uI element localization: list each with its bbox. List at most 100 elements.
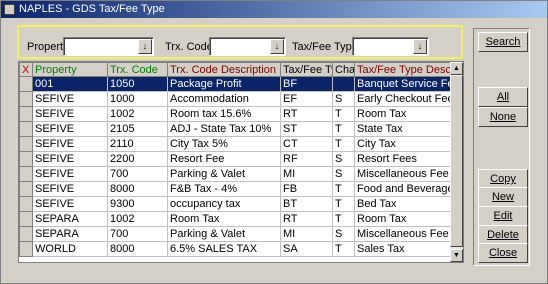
table-cell: 700 — [107, 226, 168, 242]
table-cell: 001 — [32, 76, 108, 92]
table-cell: T — [332, 211, 355, 227]
window-title: NAPLES - GDS Tax/Fee Type — [19, 3, 165, 15]
table-cell: SEFIVE — [32, 91, 108, 107]
table-cell: SEFIVE — [32, 196, 108, 212]
trx-code-input[interactable]: ↓ — [209, 37, 286, 56]
row-marker — [19, 196, 33, 212]
table-cell: SEFIVE — [32, 151, 108, 167]
table-cell: Room tax 15.6% — [167, 106, 281, 122]
row-marker — [19, 181, 33, 197]
table-cell: EF — [280, 91, 333, 107]
table-row[interactable]: SEFIVE 8000 F&B Tax - 4% FB T Food and Bevera… — [19, 181, 462, 197]
table-cell: 2110 — [107, 136, 168, 152]
table-row[interactable]: SEFIVE 9300 occupancy tax BT T Bed Tax — [19, 196, 462, 212]
trx-code-dropdown-button[interactable]: ↓ — [270, 39, 284, 54]
table-cell: Food and Beverage Tax — [354, 181, 462, 197]
table-row[interactable]: SEFIVE 700 Parking & Valet MI S Miscellaneous… — [19, 166, 462, 182]
table-cell: S — [332, 91, 355, 107]
scroll-up-icon[interactable]: ▲ — [450, 62, 463, 75]
table-cell: SEPARA — [32, 211, 108, 227]
row-marker — [19, 121, 33, 137]
table-cell: Sales Tax — [354, 241, 462, 257]
close-button[interactable]: Close — [478, 243, 528, 263]
table-row[interactable]: SEFIVE 2200 Resort Fee RF S Resort Fees — [19, 151, 462, 167]
table-cell: Miscellaneous Fee — [354, 166, 462, 182]
table-row[interactable]: SEFIVE 2110 City Tax 5% CT T City Tax — [19, 136, 462, 152]
column-header[interactable]: Tax/Fee Type — [280, 62, 333, 77]
table-cell: F&B Tax - 4% — [167, 181, 281, 197]
table-cell: Miscellaneous Fee — [354, 226, 462, 242]
search-button[interactable]: Search — [478, 32, 528, 52]
table-cell: 1002 — [107, 106, 168, 122]
scroll-down-icon[interactable]: ▼ — [450, 249, 463, 262]
table-cell: ADJ - State Tax 10% — [167, 121, 281, 137]
filter-panel: Property ↓ Trx. Code ↓ Tax/Fee Type ↓ — [17, 25, 463, 59]
table-cell: SEFIVE — [32, 166, 108, 182]
title-bar: NAPLES - GDS Tax/Fee Type — [1, 1, 547, 18]
table-cell: Room Tax — [167, 211, 281, 227]
table-cell: Banquet Service Fee — [354, 76, 462, 92]
table-cell: S — [332, 151, 355, 167]
tax-fee-type-dropdown-button[interactable]: ↓ — [413, 39, 427, 54]
row-marker — [19, 226, 33, 242]
tax-fee-type-input[interactable]: ↓ — [352, 37, 429, 56]
row-marker — [19, 211, 33, 227]
table-row[interactable]: SEFIVE 1002 Room tax 15.6% RT T Room Tax — [19, 106, 462, 122]
column-header[interactable]: Tax/Fee Type Description — [354, 62, 462, 77]
down-arrow-icon: ↓ — [417, 41, 423, 51]
table-cell: 1000 — [107, 91, 168, 107]
gds-tax-fee-type-window: NAPLES - GDS Tax/Fee Type Property ↓ Trx… — [0, 0, 548, 284]
property-input[interactable]: ↓ — [63, 37, 154, 56]
copy-button[interactable]: Copy — [478, 169, 528, 189]
row-marker — [19, 166, 33, 182]
table-row[interactable]: SEFIVE 2105 ADJ - State Tax 10% ST T State Ta… — [19, 121, 462, 137]
table-row[interactable]: 001 1050 Package Profit BF Banquet Service F… — [19, 76, 462, 92]
table-cell: T — [332, 241, 355, 257]
table-cell: 1050 — [107, 76, 168, 92]
property-dropdown-button[interactable]: ↓ — [138, 39, 152, 54]
all-button[interactable]: All — [478, 87, 528, 107]
table-row[interactable]: WORLD 8000 6.5% SALES TAX SA T Sales Tax — [19, 241, 462, 257]
table-cell: BT — [280, 196, 333, 212]
column-header[interactable]: X — [19, 62, 33, 77]
vertical-scrollbar[interactable]: ▲ ▼ — [450, 62, 463, 262]
table-cell: City Tax 5% — [167, 136, 281, 152]
table-cell: State Tax — [354, 121, 462, 137]
none-button[interactable]: None — [478, 107, 528, 127]
column-header[interactable]: Trx. Code Description — [167, 62, 281, 77]
delete-button[interactable]: Delete — [478, 225, 528, 245]
row-marker — [19, 91, 33, 107]
table-cell: 9300 — [107, 196, 168, 212]
scroll-thumb[interactable] — [450, 75, 463, 247]
edit-button[interactable]: Edit — [478, 206, 528, 226]
table-cell: S — [332, 226, 355, 242]
table-cell: Accommodation — [167, 91, 281, 107]
table-cell: MI — [280, 166, 333, 182]
new-button[interactable]: New — [478, 187, 528, 207]
table-cell: Room Tax — [354, 211, 462, 227]
column-header[interactable]: Property — [32, 62, 108, 77]
table-cell: RF — [280, 151, 333, 167]
table-cell: SEFIVE — [32, 121, 108, 137]
table-row[interactable]: SEPARA 700 Parking & Valet MI S Miscellaneous… — [19, 226, 462, 242]
column-header[interactable]: Charge — [332, 62, 355, 77]
table-cell: BF — [280, 76, 333, 92]
down-arrow-icon: ↓ — [142, 41, 148, 51]
table-cell: Room Tax — [354, 106, 462, 122]
table-cell: FB — [280, 181, 333, 197]
trx-code-label: Trx. Code — [165, 41, 213, 53]
table-cell: 6.5% SALES TAX — [167, 241, 281, 257]
table-cell: WORLD — [32, 241, 108, 257]
table-row[interactable]: SEPARA 1002 Room Tax RT T Room Tax — [19, 211, 462, 227]
table-cell: T — [332, 136, 355, 152]
tax-fee-type-label: Tax/Fee Type — [292, 41, 358, 53]
row-marker — [19, 136, 33, 152]
table-row[interactable]: SEFIVE 1000 Accommodation EF S Early Checkout… — [19, 91, 462, 107]
table-cell: 700 — [107, 166, 168, 182]
table-cell: Early Checkout Fee — [354, 91, 462, 107]
table-cell: SEFIVE — [32, 136, 108, 152]
table-cell: Package Profit — [167, 76, 281, 92]
table-cell: City Tax — [354, 136, 462, 152]
table-cell: MI — [280, 226, 333, 242]
column-header[interactable]: Trx. Code — [107, 62, 168, 77]
